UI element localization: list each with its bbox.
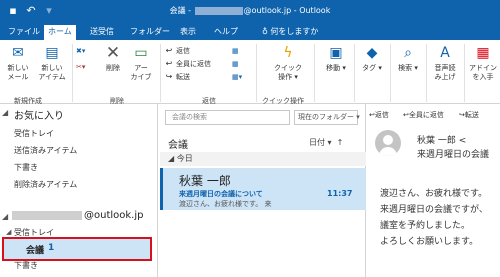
new-mail-icon: ✉ [12,45,24,61]
delete-button[interactable]: ✕ 削除 [102,44,124,73]
redacted-account [12,210,82,220]
ribbon: ✉ 新しい メール ▤ 新しい アイテム 新規作成 ✖▾ ✂▾ ✕ 削除 ▭ アーカ… [0,40,500,105]
sidebar-item-account-drafts[interactable]: 下書き [14,260,38,271]
avatar [375,130,401,156]
speaker-icon: A [440,45,450,61]
message-time: 11:37 [327,189,353,198]
tell-me-search[interactable]: ♁ 何をしますか [258,25,322,40]
tab-send-receive[interactable]: 送受信 [86,25,118,40]
addins-icon: ▦ [476,45,490,61]
tags-button[interactable]: ◆ タグ ▾ [358,44,386,73]
reply-all-icon: ↩ [165,59,173,68]
sidebar-item-deleted[interactable]: 削除済みアイテム [14,179,77,190]
outlook-window: ▪ ↶ ▾ 会議 - @outlook.jp - Outlook ファイル ホー… [0,0,500,277]
message-list-pane: 会議の検索 現在のフォルダー ▾ 会議 日付 ▾ ↑ ◢ 今日 秋葉 一郎 来週… [160,104,366,277]
body-line: 来週月曜日の会議ですが、 [380,205,488,215]
archive-icon: ▭ [134,45,148,61]
collapse-account-icon[interactable]: ◢ [2,212,8,221]
tab-help[interactable]: ヘルプ [210,25,242,40]
reply-icon: ↩ [165,46,173,55]
archive-button[interactable]: ▭ アー カイブ [128,44,154,82]
tab-folder[interactable]: フォルダー [126,25,174,40]
window-title: 会議 - @outlook.jp - Outlook [169,6,331,15]
tab-file[interactable]: ファイル [4,25,44,40]
search-icon: ⌕ [404,45,412,61]
tab-home[interactable]: ホーム [44,25,76,40]
move-button[interactable]: ▣ 移動 ▾ [320,44,352,73]
sidebar-item-meeting[interactable]: 会議 1 [2,237,152,261]
folder-title: 会議 [168,140,188,151]
sort-by-date[interactable]: 日付 ▾ ↑ [309,137,343,148]
reply-button[interactable]: ↩ 返信 [164,46,190,56]
reading-forward-button[interactable]: ↪転送 [459,110,479,120]
reading-reply-button[interactable]: ↩返信 [369,110,389,120]
favorites-header[interactable]: お気に入り [14,107,64,122]
reading-pane: ↩返信 ↩全員に返信 ↪転送 秋葉 一郎 < 来週月曜日の会議 渡辺さん、お疲れ… [367,104,500,277]
tab-view[interactable]: 表示 [176,25,200,40]
group-divider [314,44,315,102]
forward-button[interactable]: ↪ 転送 [164,72,190,82]
body-line: 渡辺さん、お疲れ様です。 [380,189,488,199]
ribbon-tabs: ファイル ホーム 送受信 フォルダー 表示 ヘルプ ♁ 何をしますか [0,23,500,40]
group-divider [160,44,161,102]
group-divider [72,44,73,102]
folder-name: 会議 [26,246,45,256]
tag-icon: ◆ [366,45,378,61]
reading-sender: 秋葉 一郎 < [417,136,467,146]
group-divider [464,44,465,102]
unread-count-badge: 1 [48,243,55,253]
message-sender: 秋葉 一郎 [179,174,231,188]
get-addins-button[interactable]: ▦ アドイン を入手 [466,44,500,82]
expand-inbox-icon[interactable]: ◢ [6,228,11,236]
reading-reply-all-button[interactable]: ↩全員に返信 [403,110,444,120]
search-input[interactable]: 会議の検索 [165,110,290,125]
message-preview: 渡辺さん、お疲れ様です。 来 [179,200,272,208]
sort-arrow-icon[interactable]: ↑ [337,138,344,147]
new-item-button[interactable]: ▤ 新しい アイテム [36,44,68,82]
new-item-icon: ▤ [45,45,59,61]
group-header-today[interactable]: ◢ 今日 [160,152,366,166]
ignore-icon[interactable]: ✖▾ [76,46,85,56]
account-header[interactable]: @outlook.jp [12,210,144,221]
search-scope-select[interactable]: 現在のフォルダー ▾ [294,110,360,125]
body-line: 議室を予約しました。 [380,221,471,231]
reply-all-button[interactable]: ↩ 全員に返信 [164,59,211,69]
lightning-icon: ϟ [283,45,293,61]
sidebar-item-sent[interactable]: 送信済みアイテム [14,145,77,156]
teams-icon[interactable]: ▦ [232,59,239,69]
quick-steps-button[interactable]: ϟ クイック 操作 ▾ [270,44,306,82]
group-divider [390,44,391,102]
cleanup-icon[interactable]: ✂▾ [76,62,85,72]
message-subject: 来週月曜日の会議について [179,190,263,198]
message-item[interactable]: 秋葉 一郎 来週月曜日の会議について 11:37 渡辺さん、お疲れ様です。 来 [160,168,366,210]
meeting-icon[interactable]: ▦ [232,46,239,56]
group-divider [354,44,355,102]
group-divider [256,44,257,102]
reading-subject: 来週月曜日の会議 [417,150,490,160]
sidebar-item-drafts[interactable]: 下書き [14,162,38,173]
redacted-email [194,6,243,15]
collapse-favorites-icon[interactable]: ◢ [2,108,8,117]
delete-icon: ✕ [105,43,121,63]
more-respond-icon[interactable]: ▦▾ [232,72,242,82]
sidebar-item-inbox[interactable]: 受信トレイ [14,128,54,139]
forward-icon: ↪ [165,72,173,81]
chevron-down-icon: ▾ [356,113,360,121]
read-aloud-button[interactable]: A 音声読 み上げ [428,44,462,82]
body-line: よろしくお願いします。 [380,237,479,247]
move-icon: ▣ [329,45,343,61]
collapse-group-icon: ◢ [168,154,177,163]
new-mail-button[interactable]: ✉ 新しい メール [4,44,32,82]
group-divider [426,44,427,102]
title-bar: ▪ ↶ ▾ 会議 - @outlook.jp - Outlook [0,0,500,23]
search-button[interactable]: ⌕ 検索 ▾ [394,44,422,73]
